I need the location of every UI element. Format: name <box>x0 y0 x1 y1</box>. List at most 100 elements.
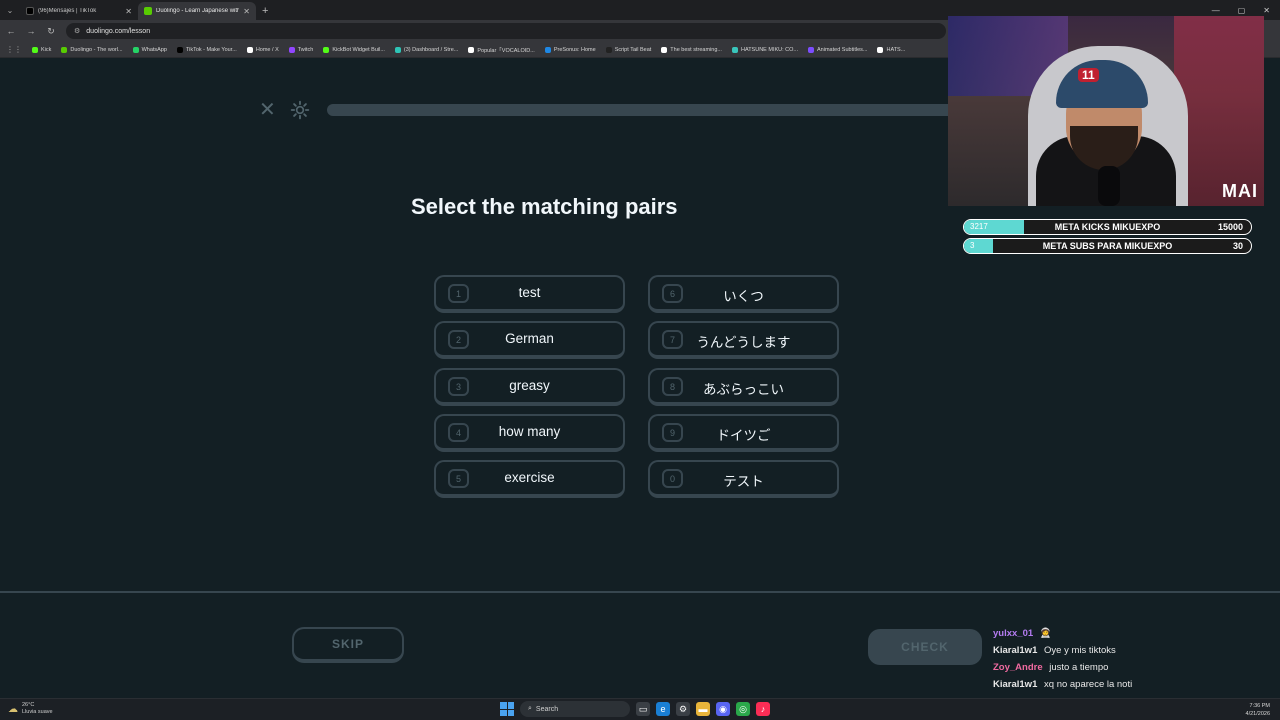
tab-title: Duolingo - Learn Japanese with... <box>156 8 240 14</box>
lesson-progress-bar <box>327 104 967 116</box>
tile-label: German <box>505 331 554 346</box>
apps-grid-icon[interactable]: ⋮⋮ <box>6 45 22 54</box>
new-tab-button[interactable]: + <box>256 2 274 20</box>
bookmark-favicon-icon <box>661 46 668 53</box>
bookmark-label: Kick <box>41 46 52 53</box>
tile-how-many[interactable]: 4 how many <box>434 414 625 452</box>
bookmark-item[interactable]: Animated Subtitles... <box>808 46 868 53</box>
chat-message: Zoy_Andre justo a tiempo <box>993 662 1273 679</box>
url-text: duolingo.com/lesson <box>86 27 151 35</box>
chrome-icon[interactable]: ◎ <box>736 702 750 716</box>
tile-test[interactable]: 1 test <box>434 275 625 313</box>
bookmark-item[interactable]: KickBot Widget Buil... <box>323 46 385 53</box>
check-button[interactable]: CHECK <box>868 629 982 665</box>
duolingo-favicon-icon <box>144 7 152 15</box>
weather-icon: ☁ <box>8 703 18 715</box>
forward-icon[interactable]: → <box>26 26 36 36</box>
tile-label: テスト <box>723 474 764 489</box>
weather-widget[interactable]: ☁ 26°C Lluvia suave <box>8 702 53 716</box>
tile-label: いくつ <box>723 289 764 304</box>
bookmark-item[interactable]: TikTok - Make Your... <box>176 46 237 53</box>
close-tab-icon[interactable]: ✕ <box>243 7 250 16</box>
bookmark-label: (3) Dashboard / Stre... <box>403 46 459 53</box>
system-clock[interactable]: 7:36 PM 4/21/2026 <box>1246 702 1270 718</box>
discord-icon[interactable]: ◉ <box>716 702 730 716</box>
bookmark-item[interactable]: Duolingo - The worl... <box>61 46 123 53</box>
back-icon[interactable]: ← <box>6 26 16 36</box>
goal-target: 30 <box>1232 241 1243 251</box>
minimize-icon[interactable]: — <box>1212 6 1220 15</box>
file-explorer-icon[interactable]: ▬ <box>696 702 710 716</box>
bookmark-label: Twitch <box>297 46 314 53</box>
tile-label: ドイツご <box>716 428 771 443</box>
bookmark-item[interactable]: Script Tail Beat <box>605 46 651 53</box>
site-info-icon[interactable]: ⚙ <box>74 27 80 35</box>
chat-message: Kiaral1w1 xq no aparece la noti <box>993 679 1273 696</box>
settings-gear-icon[interactable] <box>290 100 310 120</box>
tile-aburakkoi[interactable]: 8 あぶらっこい <box>648 368 839 406</box>
skip-button[interactable]: SKIP <box>292 627 404 663</box>
weather-temp: 26°C <box>22 702 35 708</box>
maximize-icon[interactable]: ▢ <box>1238 6 1246 15</box>
bookmark-item[interactable]: WhatsApp <box>132 46 167 53</box>
tile-doitsugo[interactable]: 9 ドイツご <box>648 414 839 452</box>
bookmark-item[interactable]: HATSUNE MIKU: CO... <box>731 46 799 53</box>
search-placeholder: Search <box>535 705 559 713</box>
bookmark-label: HATSUNE MIKU: CO... <box>740 46 799 53</box>
bookmark-favicon-icon <box>323 46 330 53</box>
tab-title: (96)Mensajes | TikTok <box>38 8 97 14</box>
close-tab-icon[interactable]: ✕ <box>125 7 132 16</box>
close-lesson-icon[interactable]: ✕ <box>259 100 276 120</box>
clock-time: 7:36 PM <box>1249 703 1270 709</box>
chat-overlay: yulxx_01 🧑‍🚀 Kiaral1w1 Oye y mis tiktoks… <box>993 628 1273 696</box>
goal-bar-kicks: 3217 META KICKS MIKUEXPO 15000 <box>963 219 1252 235</box>
bookmark-favicon-icon <box>468 46 475 53</box>
bookmark-favicon-icon <box>246 46 253 53</box>
tile-greasy[interactable]: 3 greasy <box>434 368 625 406</box>
bookmark-item[interactable]: (3) Dashboard / Stre... <box>394 46 459 53</box>
goal-title: META SUBS PARA MIKUEXPO <box>1042 241 1173 251</box>
bookmark-item[interactable]: Popular「VOCALOID... <box>468 46 535 54</box>
tile-undoushimasu[interactable]: 7 うんどうします <box>648 321 839 359</box>
bookmark-item[interactable]: Twitch <box>288 46 314 53</box>
bookmark-item[interactable]: PreSonus: Home <box>544 46 596 53</box>
bookmark-label: HATS... <box>886 46 906 53</box>
bookmark-label: TikTok - Make Your... <box>185 46 237 53</box>
task-view-icon[interactable]: ▭ <box>636 702 650 716</box>
taskbar-search[interactable]: ⌕ Search <box>520 701 630 717</box>
reload-icon[interactable]: ↻ <box>46 26 56 37</box>
tile-german[interactable]: 2 German <box>434 321 625 359</box>
bookmark-label: PreSonus: Home <box>553 46 596 53</box>
tile-label: うんどうします <box>696 335 791 350</box>
bookmark-item[interactable]: Kick <box>32 46 52 53</box>
chat-text: justo a tiempo <box>1049 662 1109 673</box>
close-window-icon[interactable]: ✕ <box>1263 6 1270 15</box>
microphone <box>1098 166 1120 206</box>
windows-start-icon[interactable] <box>500 702 514 716</box>
settings-icon[interactable]: ⚙ <box>676 702 690 716</box>
bookmark-item[interactable]: HATS... <box>877 46 906 53</box>
tab-tiktok[interactable]: (96)Mensajes | TikTok ✕ <box>20 2 138 20</box>
cap-logo: 11 <box>1078 68 1099 82</box>
bookmark-favicon-icon <box>731 46 738 53</box>
music-app-icon[interactable]: ♪ <box>756 702 770 716</box>
chat-text: 🧑‍🚀 <box>1039 628 1052 639</box>
url-input[interactable]: ⚙ duolingo.com/lesson <box>66 23 946 39</box>
tile-label: あぶらっこい <box>703 382 784 397</box>
tile-label: exercise <box>504 470 555 485</box>
tile-ikutsu[interactable]: 6 いくつ <box>648 275 839 313</box>
chat-username: Kiaral1w1 <box>993 679 1038 690</box>
bookmark-label: Animated Subtitles... <box>817 46 868 53</box>
bookmark-favicon-icon <box>32 46 38 53</box>
bookmark-item[interactable]: Home / X <box>246 46 279 53</box>
search-icon: ⌕ <box>528 705 532 712</box>
bookmark-item[interactable]: The best streaming... <box>661 46 722 53</box>
tab-duolingo[interactable]: Duolingo - Learn Japanese with... ✕ <box>138 2 256 20</box>
tab-search-chevron-icon[interactable]: ⌄ <box>0 0 20 20</box>
tile-exercise[interactable]: 5 exercise <box>434 460 625 498</box>
tile-tesuto[interactable]: 0 テスト <box>648 460 839 498</box>
bookmark-favicon-icon <box>394 46 401 53</box>
bookmark-favicon-icon <box>176 46 183 53</box>
bookmark-favicon-icon <box>288 46 295 53</box>
edge-icon[interactable]: e <box>656 702 670 716</box>
